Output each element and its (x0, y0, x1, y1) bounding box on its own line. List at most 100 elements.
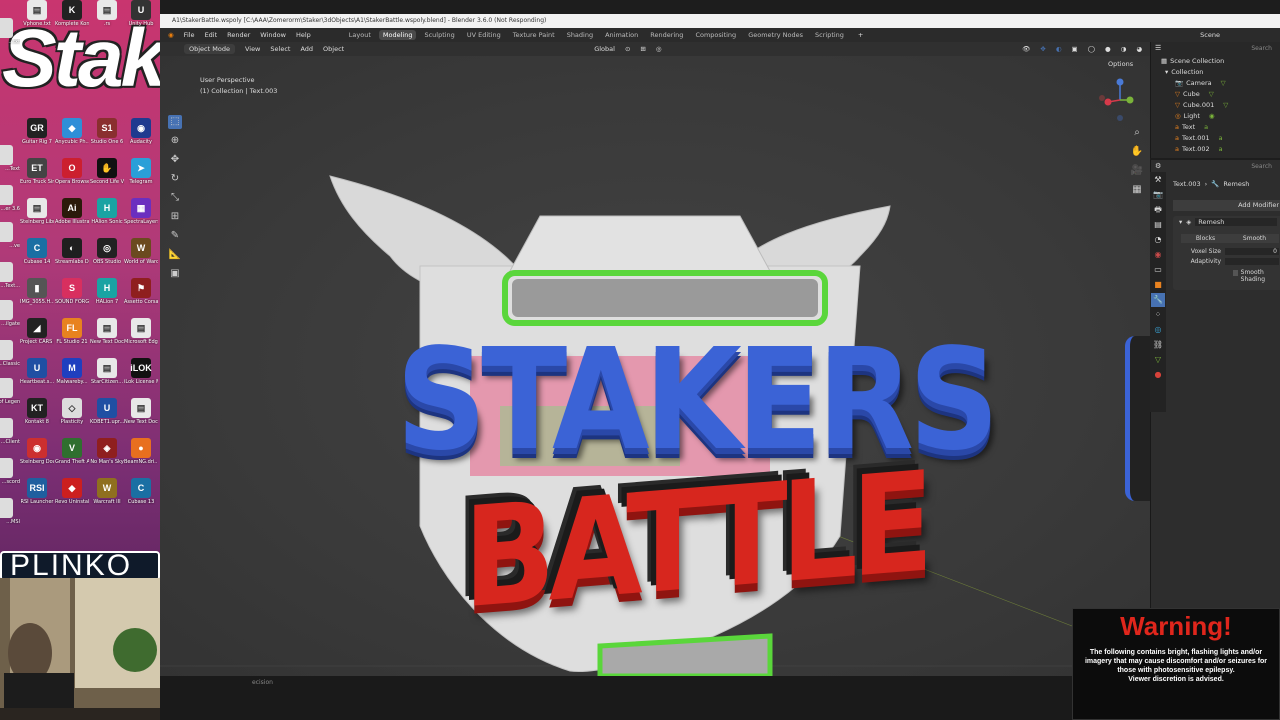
object-tab-icon[interactable]: ■ (1151, 278, 1165, 292)
desktop-icon[interactable]: RSI RSI Launcher (20, 478, 54, 505)
menu-add[interactable]: Add (300, 45, 313, 53)
properties-editor-icon[interactable]: ⚙ (1155, 162, 1161, 170)
outliner-item[interactable]: a Text.002 a (1161, 144, 1280, 155)
outliner-item[interactable]: a Text.001 a (1161, 133, 1280, 144)
mode-blocks-button[interactable]: Blocks (1181, 234, 1230, 243)
scale-icon[interactable]: ⤡ (168, 191, 182, 205)
view-layer-tab-icon[interactable]: ▤ (1151, 218, 1165, 232)
data-icon[interactable]: a (1219, 144, 1223, 155)
tab-uv-editing[interactable]: UV Editing (463, 30, 505, 40)
overlay-icon[interactable]: ◐ (1056, 45, 1062, 53)
tab-scripting[interactable]: Scripting (811, 30, 848, 40)
constraints-tab-icon[interactable]: ⛓ (1151, 338, 1165, 352)
desktop-icon[interactable]: KT Kontakt 8 (20, 398, 54, 425)
desktop-icon[interactable]: C Cubase 13 (124, 478, 158, 505)
desktop-icon[interactable]: ➤ Telegram (124, 158, 158, 185)
select-box-icon[interactable]: ⬚ (168, 115, 182, 129)
desktop-icon[interactable]: H HAlion Sonic (90, 198, 124, 225)
collection-tab-icon[interactable]: ▭ (1151, 263, 1165, 277)
desktop-icon[interactable]: ▤ StarCitizen... (90, 358, 124, 385)
voxel-size-field[interactable]: 0 (1225, 248, 1279, 255)
outliner-item[interactable]: 📷 Camera ▽ (1161, 78, 1280, 89)
blender-logo-icon[interactable]: ◉ (168, 31, 174, 39)
visibility-icon[interactable]: 👁 (1022, 45, 1030, 53)
world-tab-icon[interactable]: ◉ (1151, 248, 1165, 262)
shading-solid-icon[interactable]: ● (1105, 45, 1111, 53)
shading-material-icon[interactable]: ◑ (1121, 45, 1127, 53)
tab-texture-paint[interactable]: Texture Paint (509, 30, 559, 40)
desktop-icon-partial[interactable]: ...Text... (0, 262, 20, 289)
desktop-icon[interactable]: WWorld of Warcra... (124, 238, 158, 265)
desktop-icon[interactable]: ● BeamNG.dri... (124, 438, 158, 465)
desktop-icon[interactable]: UHeartbeat.s... - Shortcut (20, 358, 54, 385)
xray-icon[interactable]: ▣ (1072, 45, 1078, 53)
desktop-icon[interactable]: ⚑ Assetto Corsa (124, 278, 158, 305)
cursor-icon[interactable]: ⊕ (168, 134, 182, 148)
modifier-tab-icon[interactable]: 🔧 (1151, 293, 1165, 307)
transform-orientation-selector[interactable]: Global (594, 45, 615, 53)
outliner-item[interactable]: a Text a (1161, 122, 1280, 133)
desktop-icon[interactable]: U Unity Hub (124, 0, 158, 27)
shading-rendered-icon[interactable]: ◕ (1136, 45, 1142, 53)
outliner-item[interactable]: ▽ Cube.001 ▽ (1161, 100, 1280, 111)
properties-search[interactable]: Search (1251, 163, 1272, 170)
desktop-icon[interactable]: ▤Steinberg Library... (20, 198, 54, 225)
annotate-icon[interactable]: ✎ (168, 229, 182, 243)
desktop-icon-partial[interactable]: ...scord (0, 458, 20, 485)
measure-icon[interactable]: 📐 (168, 248, 182, 262)
desktop-icon[interactable]: ◢ Project CARS 2 (20, 318, 54, 345)
snap-icon[interactable]: ⊞ (640, 45, 645, 53)
tab-sculpting[interactable]: Sculpting (420, 30, 458, 40)
desktop-icon[interactable]: SSOUND FORGE Audi... (55, 278, 89, 305)
mode-selector[interactable]: Object Mode (184, 44, 235, 54)
data-icon[interactable]: a (1219, 133, 1223, 144)
add-modifier-button[interactable]: Add Modifier (1173, 200, 1280, 211)
desktop-icon-partial[interactable]: ...ve (0, 222, 20, 249)
collapse-icon[interactable]: ▾ (1179, 218, 1182, 226)
menu-object[interactable]: Object (323, 45, 344, 53)
desktop-icon[interactable]: AiAdobe Illustrat... (55, 198, 89, 225)
add-workspace-icon[interactable]: + (858, 31, 863, 39)
move-icon[interactable]: ✥ (168, 153, 182, 167)
desktop-icon[interactable]: KKomplete Kontrol (55, 0, 89, 27)
physics-tab-icon[interactable]: ◎ (1151, 323, 1165, 337)
desktop-icon[interactable]: ▮ IMG_3055.H... (20, 278, 54, 305)
desktop-icon[interactable]: ▦SpectraLayers 10 (124, 198, 158, 225)
desktop-icon[interactable]: ▤New Text Document.txt (90, 318, 124, 345)
shading-wireframe-icon[interactable]: ◯ (1088, 45, 1095, 53)
menu-file[interactable]: File (184, 31, 195, 39)
data-icon[interactable]: ▽ (1221, 78, 1226, 89)
render-tab-icon[interactable]: 📷 (1151, 188, 1165, 202)
scene-selector[interactable]: Scene (1200, 31, 1220, 39)
desktop-icon[interactable]: ◆Revo Uninstaller (55, 478, 89, 505)
scene-tab-icon[interactable]: ◔ (1151, 233, 1165, 247)
menu-help[interactable]: Help (296, 31, 311, 39)
output-tab-icon[interactable]: 🖶 (1151, 203, 1165, 217)
tab-shading[interactable]: Shading (563, 30, 597, 40)
desktop-icon[interactable]: ▤ Vphone.txt (20, 0, 54, 27)
particles-tab-icon[interactable]: ⁘ (1151, 308, 1165, 322)
desktop-icon[interactable]: ETEuro Truck Simulator 2 (20, 158, 54, 185)
desktop-icon[interactable]: VGrand Theft Auto V (55, 438, 89, 465)
desktop-icon-partial[interactable]: ...er 3.6 (0, 185, 20, 212)
desktop-icon[interactable]: ◐Streamlabs Desktop (55, 238, 89, 265)
menu-render[interactable]: Render (227, 31, 250, 39)
outliner-item[interactable]: ◎ Light ◉ (1161, 111, 1280, 122)
desktop-icon[interactable]: ◆ Anycubic Ph... (55, 118, 89, 145)
desktop-icon-partial[interactable]: ...Classic (0, 340, 20, 367)
desktop-icon[interactable]: ✋Second Life Viewer (90, 158, 124, 185)
adaptivity-field[interactable] (1225, 258, 1279, 265)
desktop-icon[interactable]: H HALion 7 (90, 278, 124, 305)
desktop-icon[interactable]: S1 Studio One 6 (90, 118, 124, 145)
outliner-editor-icon[interactable]: ☰ (1155, 44, 1161, 52)
desktop-icon[interactable]: ◉ Audacity (124, 118, 158, 145)
desktop-icon-partial[interactable]: ...ilgate (0, 300, 20, 327)
modifier-name-field[interactable]: Remesh (1195, 218, 1277, 226)
tab-animation[interactable]: Animation (601, 30, 642, 40)
proportional-edit-icon[interactable]: ◎ (656, 45, 662, 53)
data-icon[interactable]: ▽ (1223, 100, 1228, 111)
menu-window[interactable]: Window (260, 31, 286, 39)
desktop-icon[interactable]: ▤ Microsoft Edge (124, 318, 158, 345)
pivot-icon[interactable]: ⊙ (625, 45, 630, 53)
menu-select[interactable]: Select (270, 45, 290, 53)
